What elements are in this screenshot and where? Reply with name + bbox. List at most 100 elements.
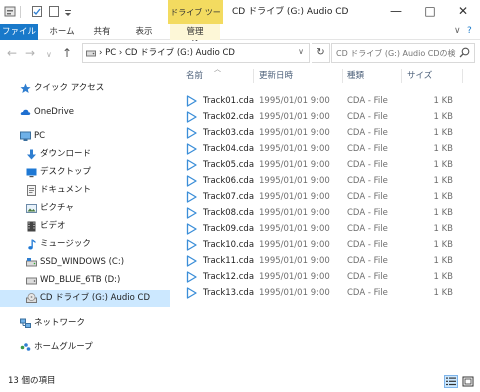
- column-separator[interactable]: [253, 69, 254, 83]
- tab-share[interactable]: 共有: [84, 24, 120, 40]
- sidebar-item-videos[interactable]: ビデオ: [0, 218, 170, 235]
- table-row[interactable]: Track02.cda 1995/01/01 9:00 CDA - File 1 KB: [183, 109, 473, 125]
- sidebar-item-label: クイック アクセス: [34, 83, 105, 93]
- recent-locations-button[interactable]: ∨: [46, 48, 52, 62]
- new-folder-icon[interactable]: [48, 5, 60, 18]
- cloud-icon: [20, 109, 31, 115]
- expand-ribbon-icon[interactable]: ∨: [454, 26, 461, 36]
- table-row[interactable]: Track04.cda 1995/01/01 9:00 CDA - File 1 KB: [183, 141, 473, 157]
- file-date: 1995/01/01 9:00: [259, 160, 330, 170]
- file-date: 1995/01/01 9:00: [259, 112, 330, 122]
- back-button[interactable]: ←: [7, 46, 17, 60]
- play-icon: [186, 239, 197, 251]
- search-box[interactable]: [331, 43, 475, 63]
- table-row[interactable]: Track07.cda 1995/01/01 9:00 CDA - File 1 KB: [183, 189, 473, 205]
- large-icons-view-button[interactable]: [461, 375, 475, 388]
- sidebar-item-music[interactable]: ミュージック: [0, 236, 170, 253]
- column-separator[interactable]: [401, 69, 402, 83]
- file-type: CDA - File: [347, 208, 388, 218]
- sidebar-item-pictures[interactable]: ピクチャ: [0, 200, 170, 217]
- sidebar-item-label: ドキュメント: [40, 185, 92, 195]
- desktop-icon: [26, 168, 37, 178]
- sidebar-item-cd-drive[interactable]: CD ドライブ (G:) Audio CD: [0, 290, 170, 307]
- table-row[interactable]: Track01.cda 1995/01/01 9:00 CDA - File 1 KB: [183, 93, 473, 109]
- file-type: CDA - File: [347, 96, 388, 106]
- maximize-button[interactable]: □: [413, 0, 447, 24]
- close-button[interactable]: ✕: [446, 0, 480, 24]
- file-name: Track08.cda: [203, 208, 255, 218]
- tab-home[interactable]: ホーム: [42, 24, 82, 40]
- file-date: 1995/01/01 9:00: [259, 256, 330, 266]
- refresh-button[interactable]: ↻: [312, 43, 330, 63]
- play-icon: [186, 111, 197, 123]
- sidebar-item-label: ダウンロード: [40, 149, 92, 159]
- column-separator[interactable]: [462, 69, 463, 83]
- sidebar-item-label: ビデオ: [40, 221, 66, 231]
- sidebar-item-network[interactable]: ネットワーク: [0, 315, 170, 332]
- sidebar-item-ssd-windows[interactable]: SSD_WINDOWS (C:): [0, 254, 170, 271]
- properties-icon[interactable]: [4, 5, 16, 18]
- table-row[interactable]: Track05.cda 1995/01/01 9:00 CDA - File 1 KB: [183, 157, 473, 173]
- navigation-pane: クイック アクセス OneDrive PC ダウンロード デスクトップ ドキュメ…: [0, 67, 170, 370]
- tab-view[interactable]: 表示: [126, 24, 162, 40]
- sidebar-item-label: PC: [34, 131, 46, 141]
- item-count: 13 個の項目: [8, 376, 56, 386]
- customize-toolbar-icon[interactable]: [62, 5, 74, 18]
- sidebar-item-label: CD ドライブ (G:) Audio CD: [40, 293, 151, 303]
- file-type: CDA - File: [347, 160, 388, 170]
- table-row[interactable]: Track10.cda 1995/01/01 9:00 CDA - File 1 KB: [183, 237, 473, 253]
- sidebar-item-label: SSD_WINDOWS (C:): [40, 257, 125, 267]
- file-size: 1 KB: [433, 224, 453, 234]
- table-row[interactable]: Track12.cda 1995/01/01 9:00 CDA - File 1 KB: [183, 269, 473, 285]
- column-header-date[interactable]: 更新日時: [259, 67, 293, 85]
- cd-drive-icon: [26, 293, 37, 303]
- sidebar-item-quick-access[interactable]: クイック アクセス: [0, 80, 170, 97]
- forward-button[interactable]: →: [25, 46, 35, 60]
- music-icon: [28, 239, 36, 250]
- table-row[interactable]: Track03.cda 1995/01/01 9:00 CDA - File 1 KB: [183, 125, 473, 141]
- table-row[interactable]: Track08.cda 1995/01/01 9:00 CDA - File 1 KB: [183, 205, 473, 221]
- sidebar-item-desktop[interactable]: デスクトップ: [0, 164, 170, 181]
- file-date: 1995/01/01 9:00: [259, 208, 330, 218]
- details-view-button[interactable]: [444, 375, 458, 388]
- file-name: Track10.cda: [203, 240, 255, 250]
- search-input[interactable]: [332, 44, 456, 62]
- large-icons-view-icon: [462, 376, 474, 387]
- sidebar-item-documents[interactable]: ドキュメント: [0, 182, 170, 199]
- minimize-button[interactable]: —: [379, 0, 413, 24]
- download-icon: [27, 149, 36, 160]
- file-name: Track13.cda: [203, 288, 255, 298]
- sidebar-item-pc[interactable]: PC: [0, 128, 170, 145]
- file-name: Track12.cda: [203, 272, 255, 282]
- file-date: 1995/01/01 9:00: [259, 128, 330, 138]
- sidebar-item-downloads[interactable]: ダウンロード: [0, 146, 170, 163]
- column-header-type[interactable]: 種類: [347, 67, 364, 85]
- file-type: CDA - File: [347, 192, 388, 202]
- file-date: 1995/01/01 9:00: [259, 192, 330, 202]
- table-row[interactable]: Track11.cda 1995/01/01 9:00 CDA - File 1 KB: [183, 253, 473, 269]
- table-row[interactable]: Track13.cda 1995/01/01 9:00 CDA - File 1 KB: [183, 285, 473, 301]
- sidebar-item-homegroup[interactable]: ホームグループ: [0, 339, 170, 356]
- tab-file[interactable]: ファイル: [0, 24, 38, 40]
- drive-icon: [86, 50, 96, 57]
- column-header-name[interactable]: 名前: [186, 67, 203, 85]
- table-row[interactable]: Track06.cda 1995/01/01 9:00 CDA - File 1 KB: [183, 173, 473, 189]
- column-separator[interactable]: [342, 69, 343, 83]
- tab-manage[interactable]: 管理: [170, 24, 220, 40]
- address-bar[interactable]: › PC › CD ドライブ (G:) Audio CD ∨: [82, 43, 310, 63]
- sidebar-item-wd-blue[interactable]: WD_BLUE_6TB (D:): [0, 272, 170, 289]
- play-icon: [186, 143, 197, 155]
- sidebar-item-label: OneDrive: [34, 107, 74, 117]
- address-dropdown-icon[interactable]: ∨: [298, 47, 304, 56]
- play-icon: [186, 175, 197, 187]
- sidebar-item-onedrive[interactable]: OneDrive: [0, 104, 170, 121]
- up-button[interactable]: ↑: [62, 46, 72, 60]
- help-icon[interactable]: ?: [467, 26, 472, 36]
- properties-check-icon[interactable]: [31, 5, 43, 18]
- homegroup-icon: [20, 343, 31, 351]
- column-header-size[interactable]: サイズ: [407, 67, 432, 85]
- sidebar-item-label: ピクチャ: [40, 203, 74, 213]
- file-type: CDA - File: [347, 240, 388, 250]
- play-icon: [186, 191, 197, 203]
- table-row[interactable]: Track09.cda 1995/01/01 9:00 CDA - File 1 KB: [183, 221, 473, 237]
